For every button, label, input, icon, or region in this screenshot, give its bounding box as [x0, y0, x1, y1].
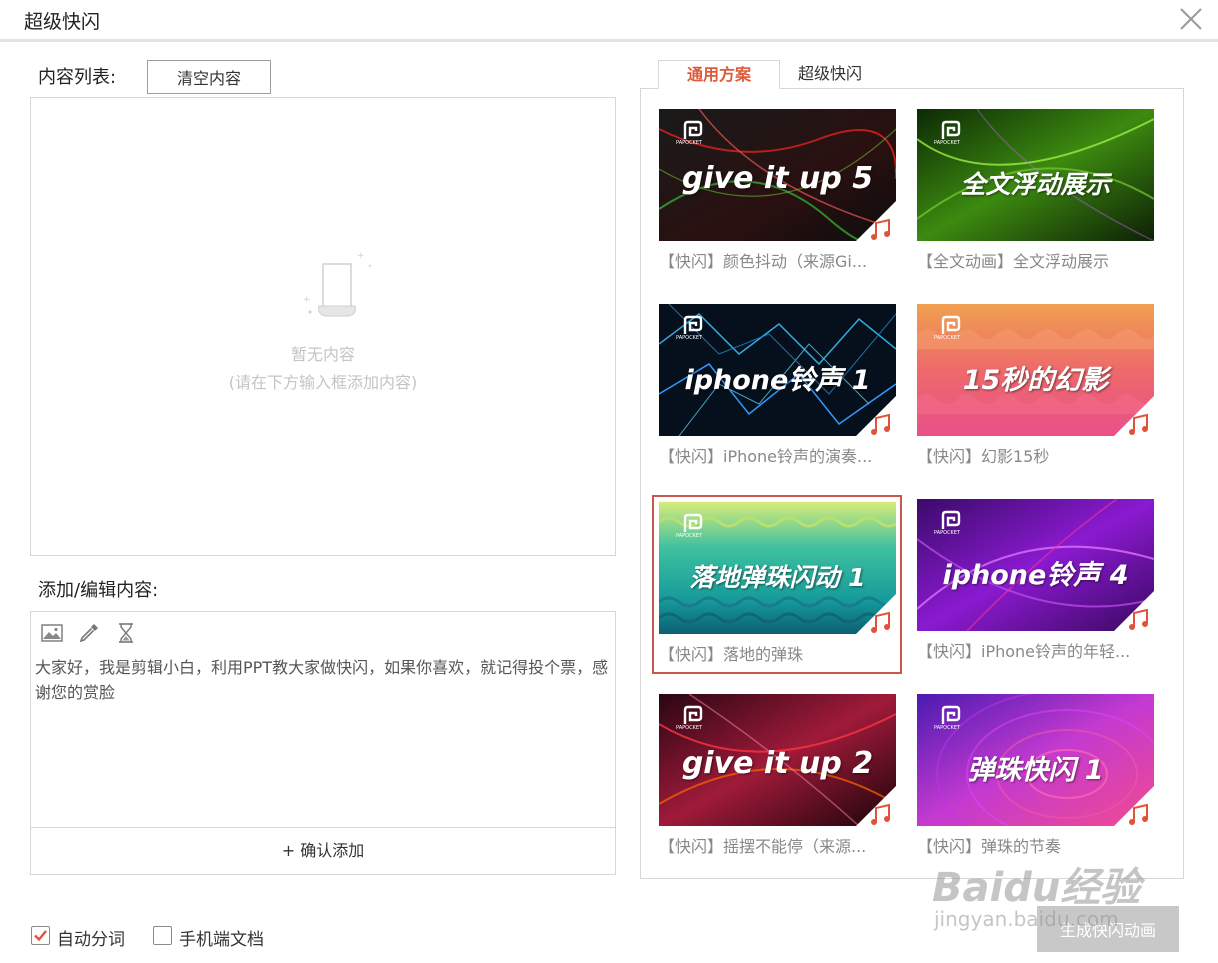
clear-content-button[interactable]: 清空内容 [147, 60, 271, 94]
thumb-logo-text: PAPOCKET [934, 530, 961, 536]
thumb-logo-text: PAPOCKET [934, 725, 961, 731]
thumb-logo-text: PAPOCKET [676, 140, 703, 146]
scheme-thumb-title: give it up 5 [681, 161, 874, 196]
scheme-card[interactable]: PAPOCKET 弹珠快闪 1 【快闪】弹珠的节奏 [912, 689, 1158, 864]
scheme-caption: 【全文动画】全文浮动展示 [917, 252, 1110, 271]
scheme-thumbnail: PAPOCKET iphone铃声 4 [917, 499, 1154, 631]
scheme-thumbnail: PAPOCKET 15秒的幻影 [917, 304, 1154, 436]
scheme-thumbnail: PAPOCKET 全文浮动展示 [917, 109, 1154, 241]
edit-content-textarea[interactable]: 大家好，我是剪辑小白，利用PPT教大家做快闪，如果你喜欢，就记得投个票，感谢您的… [35, 655, 613, 705]
edit-content-panel: 大家好，我是剪辑小白，利用PPT教大家做快闪，如果你喜欢，就记得投个票，感谢您的… [30, 611, 616, 875]
scheme-thumb-title: give it up 2 [681, 746, 874, 781]
scheme-thumb-title: iphone铃声 4 [942, 560, 1129, 591]
scheme-thumb-title: 15秒的幻影 [962, 365, 1109, 396]
checkbox-checked-icon [31, 926, 50, 945]
edit-content-label: 添加/编辑内容: [38, 580, 159, 601]
tab-general-scheme[interactable]: 通用方案 [658, 60, 780, 89]
music-note-icon [1114, 591, 1154, 631]
thumb-logo-text: PAPOCKET [676, 335, 703, 341]
scheme-thumbnail: PAPOCKET give it up 5 [659, 109, 896, 241]
title-bar: 超级快闪 [0, 0, 1218, 42]
scheme-card[interactable]: PAPOCKET iphone铃声 4 【快闪】iPhone铃声的年轻... [912, 494, 1158, 669]
scheme-card[interactable]: PAPOCKET 全文浮动展示 【全文动画】全文浮动展示 [912, 104, 1158, 279]
thumb-logo-text: PAPOCKET [934, 140, 961, 146]
thumb-logo-text: PAPOCKET [676, 533, 703, 539]
scheme-thumb-title: 落地弹珠闪动 1 [689, 563, 866, 592]
scheme-caption: 【快闪】摇摆不能停（来源... [659, 837, 867, 856]
scheme-card[interactable]: PAPOCKET iphone铃声 1 【快闪】iPhone铃声的演奏... [654, 299, 900, 474]
thumb-logo-text: PAPOCKET [676, 725, 703, 731]
scheme-caption: 【快闪】颜色抖动（来源Gi... [659, 252, 868, 271]
scheme-caption: 【快闪】幻影15秒 [917, 447, 1050, 466]
music-note-icon [856, 201, 896, 241]
music-note-icon [1114, 786, 1154, 826]
scheme-card[interactable]: PAPOCKET give it up 5 【快闪】颜色抖动（来源Gi... [654, 104, 900, 279]
scheme-thumbnail: PAPOCKET give it up 2 [659, 694, 896, 826]
scheme-card-selected[interactable]: PAPOCKET 落地弹珠闪动 1 【快闪】落地的弹珠 [652, 495, 902, 674]
scheme-caption: 【快闪】iPhone铃声的演奏... [659, 447, 873, 466]
tab-super-flash[interactable]: 超级快闪 [780, 60, 880, 89]
image-icon[interactable] [40, 621, 64, 645]
svg-text:+: + [367, 262, 373, 270]
music-note-icon [856, 594, 896, 634]
thumb-logo-text: PAPOCKET [934, 335, 961, 341]
empty-title: 暂无内容 [290, 345, 355, 364]
scheme-caption: 【快闪】iPhone铃声的年轻... [917, 642, 1131, 661]
scheme-card[interactable]: PAPOCKET give it up 2 【快闪】摇摆不能停（来源... [654, 689, 900, 864]
hourglass-icon[interactable] [114, 621, 138, 645]
scheme-thumb-title: 弹珠快闪 1 [967, 755, 1104, 786]
empty-document-icon: + + + [303, 251, 373, 317]
scheme-thumb-title: iphone铃声 1 [684, 365, 871, 396]
close-icon[interactable] [1178, 6, 1204, 32]
checkbox-unchecked-icon [153, 926, 172, 945]
mobile-doc-label: 手机端文档 [179, 930, 264, 950]
scheme-caption: 【快闪】落地的弹珠 [659, 645, 804, 664]
content-list-label: 内容列表: [38, 67, 117, 88]
scheme-panel: PAPOCKET give it up 5 【快闪】颜色抖动（来源Gi... P… [640, 88, 1184, 879]
window-title: 超级快闪 [24, 11, 101, 33]
scheme-card[interactable]: PAPOCKET 15秒的幻影 【快闪】幻影15秒 [912, 299, 1158, 474]
empty-hint: (请在下方输入框添加内容) [228, 373, 418, 392]
scheme-caption: 【快闪】弹珠的节奏 [917, 837, 1062, 856]
eyedropper-icon[interactable] [77, 621, 101, 645]
confirm-add-button[interactable]: + 确认添加 [31, 827, 615, 874]
scheme-thumbnail: PAPOCKET iphone铃声 1 [659, 304, 896, 436]
music-note-icon [1114, 396, 1154, 436]
scheme-thumbnail: PAPOCKET 弹珠快闪 1 [917, 694, 1154, 826]
svg-text:+: + [303, 295, 311, 305]
music-note-icon [856, 786, 896, 826]
auto-segment-label: 自动分词 [57, 930, 125, 950]
generate-flash-animation-button[interactable]: 生成快闪动画 [1037, 906, 1179, 952]
scheme-thumb-title: 全文浮动展示 [960, 170, 1111, 199]
content-list-panel: + + + 暂无内容 (请在下方输入框添加内容) [30, 97, 616, 556]
svg-text:+: + [357, 251, 365, 261]
music-note-icon [856, 396, 896, 436]
scheme-thumbnail: PAPOCKET 落地弹珠闪动 1 [659, 502, 896, 634]
